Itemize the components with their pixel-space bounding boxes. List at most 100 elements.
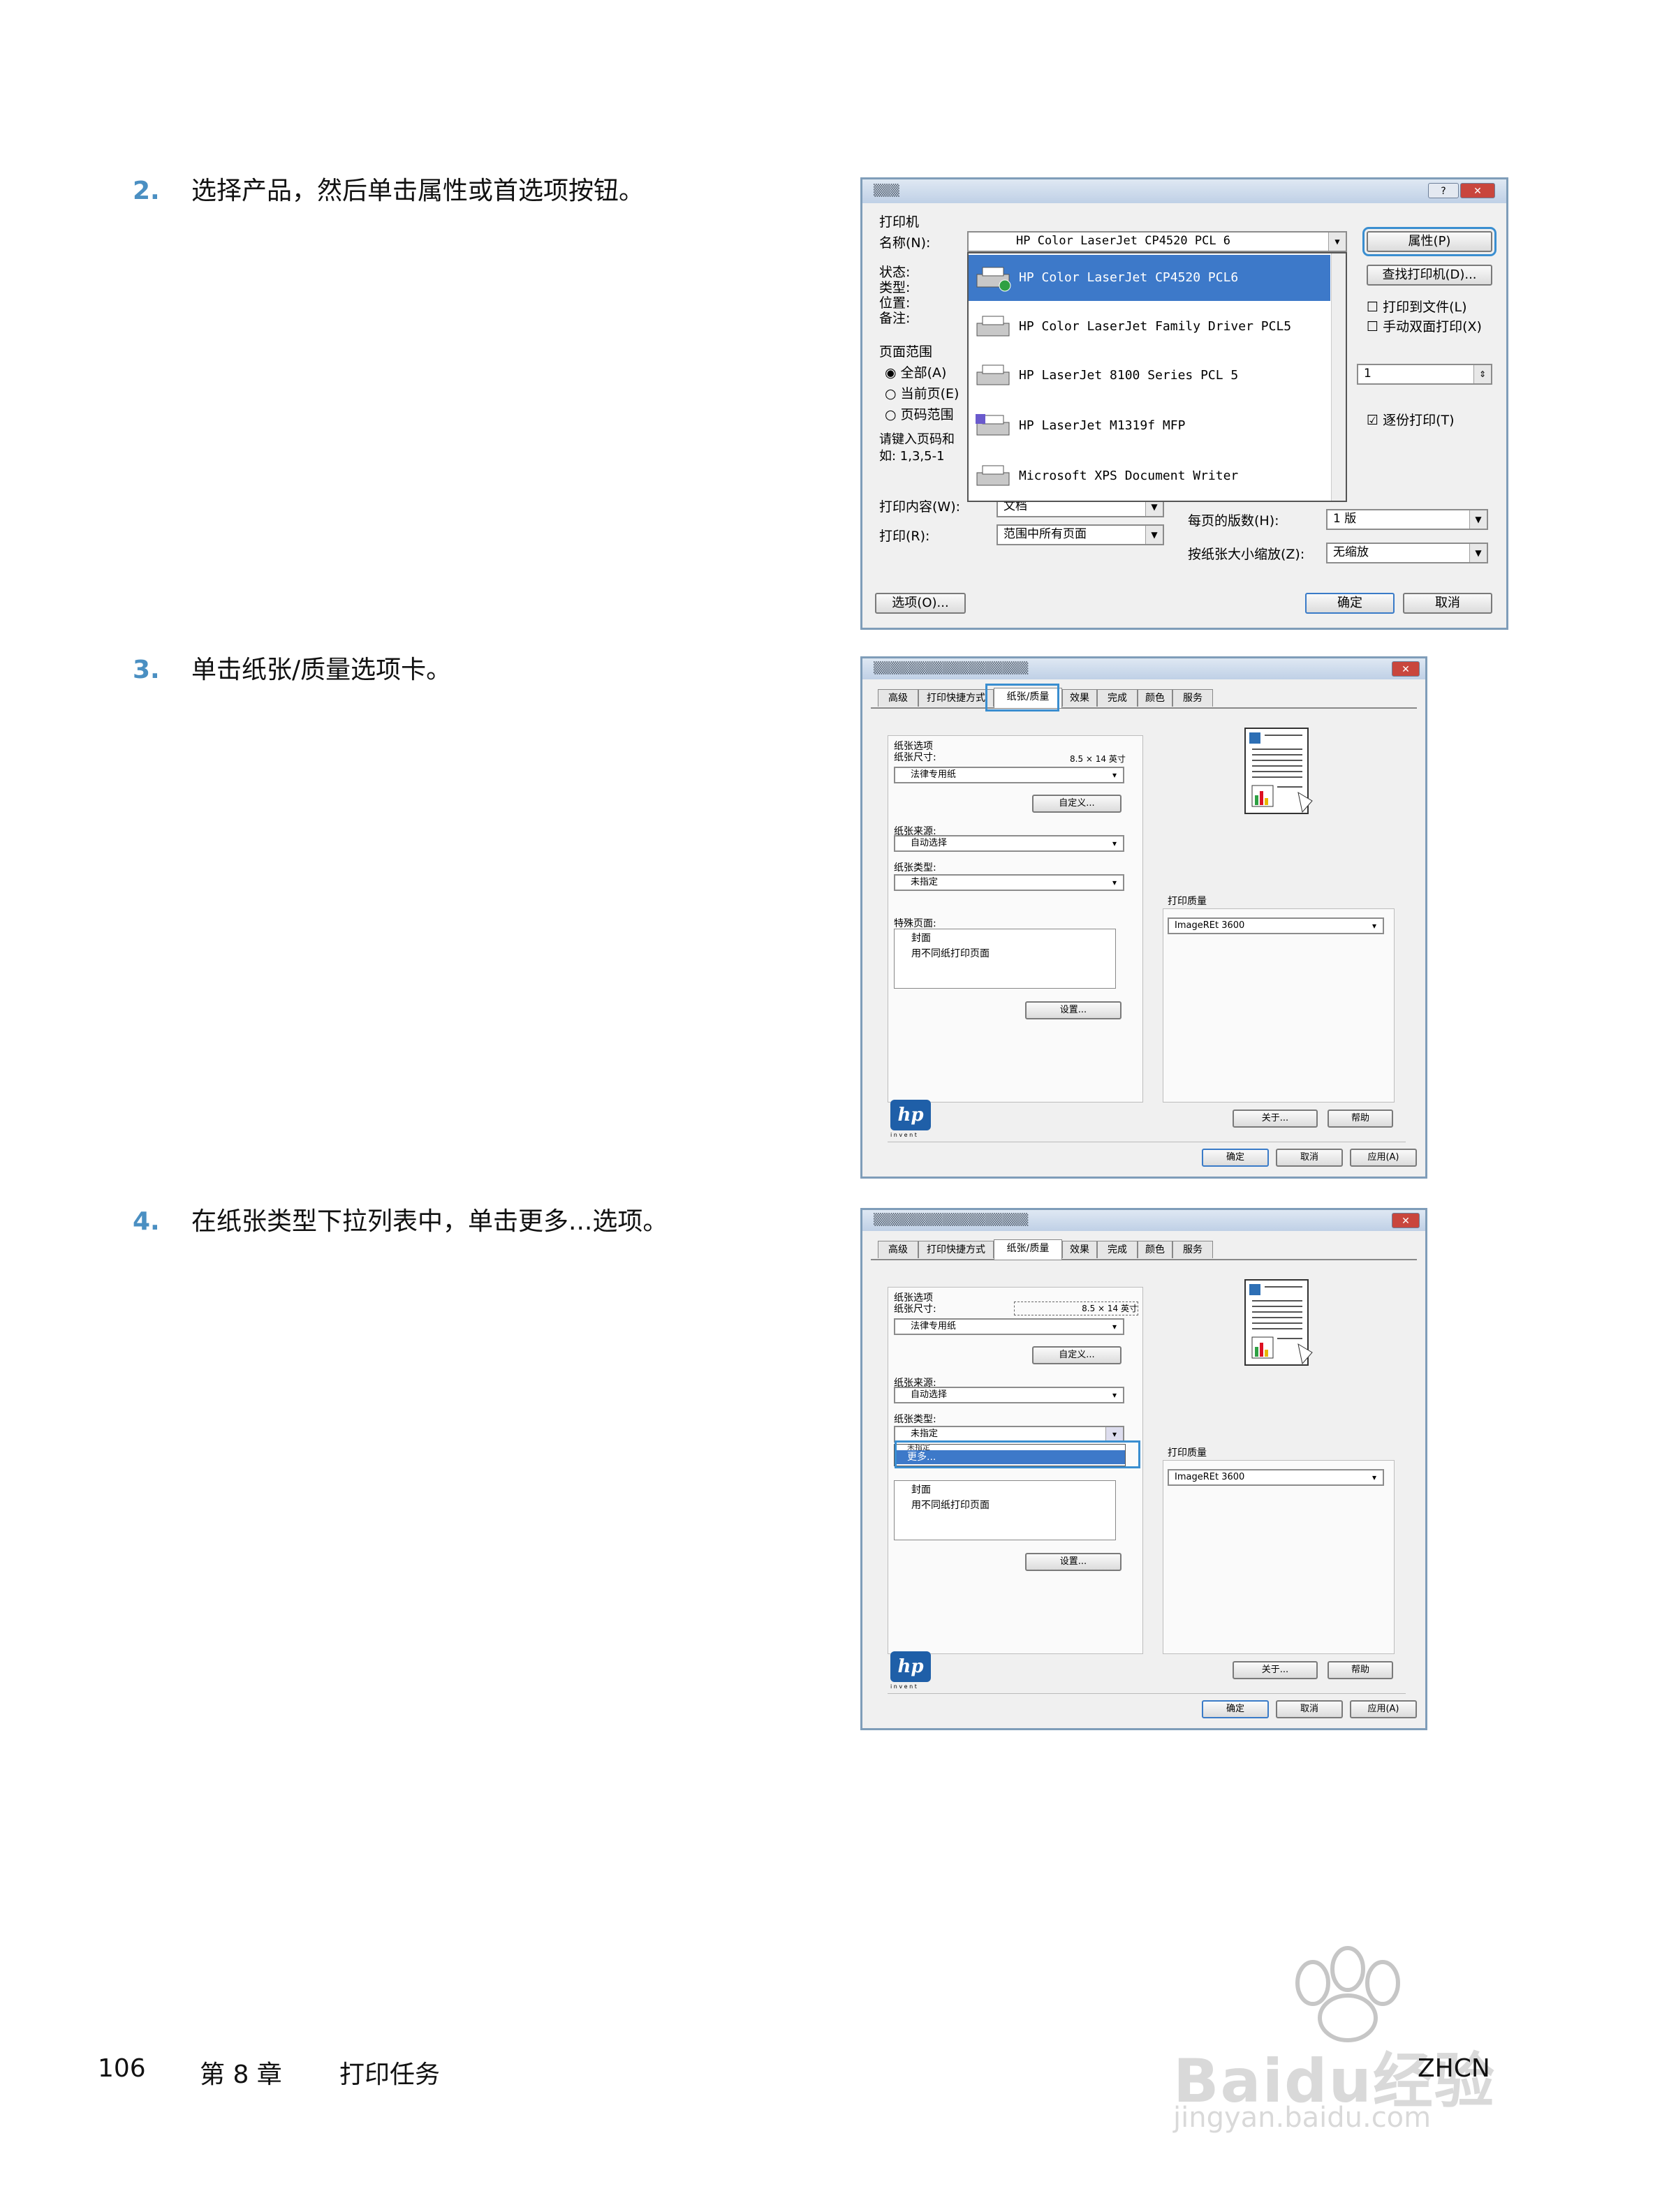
printer-icon [976, 465, 1010, 486]
paper-source-value: 自动选择 [911, 1389, 948, 1400]
print-select[interactable]: 范围中所有页面 ▼ [997, 524, 1164, 545]
watermark-text-2: jingyan.baidu.com [1173, 2102, 1432, 2134]
ok-button[interactable]: 确定 [1202, 1149, 1269, 1167]
range-all-label: 全部(A) [900, 365, 947, 381]
tab-advanced[interactable]: 高级 [878, 689, 918, 707]
special-pages-list[interactable]: 封面 用不同纸打印页面 [894, 929, 1116, 989]
list-item[interactable]: 封面 [895, 929, 1115, 946]
hp-tagline: i n v e n t [890, 1132, 917, 1138]
tab-shortcuts[interactable]: 打印快捷方式 [918, 1241, 994, 1258]
tab-services[interactable]: 服务 [1172, 1241, 1213, 1258]
options-button[interactable]: 选项(O)... [875, 593, 966, 614]
print-quality-select[interactable]: ImageREt 3600 ▾ [1168, 917, 1384, 934]
collate-checkbox[interactable]: ☑ 逐份打印(T) [1367, 410, 1455, 429]
paper-source-select[interactable]: 自动选择 ▾ [894, 1387, 1124, 1403]
chevron-down-icon: ▾ [1371, 1473, 1377, 1482]
page-preview-icon [1244, 1279, 1313, 1366]
paper-size-select[interactable]: 法律专用纸 ▾ [894, 1318, 1124, 1335]
close-title-button[interactable]: ✕ [1460, 183, 1495, 198]
page-preview-icon [1244, 728, 1313, 814]
chevron-down-icon[interactable]: ▾ [1105, 1427, 1123, 1441]
title-text: ▒▒▒▒▒▒▒▒▒▒▒▒▒▒▒▒▒▒ [874, 1213, 1029, 1226]
help-button[interactable]: 帮助 [1328, 1661, 1393, 1679]
copies-input[interactable]: 1 ⇕ [1357, 364, 1492, 385]
paper-size-select[interactable]: 法律专用纸 ▾ [894, 767, 1124, 783]
tab-finishing[interactable]: 完成 [1097, 1241, 1138, 1258]
list-item[interactable]: 用不同纸打印页面 [895, 1498, 1115, 1512]
step-3: 3. 单击纸张/质量选项卡。 [133, 655, 451, 686]
step-number: 2. [133, 177, 160, 205]
print-dialog-screenshot: ▒▒▒ ? ✕ 打印机 名称(N): HP Color LaserJet CP4… [860, 177, 1508, 630]
printer-option[interactable]: HP Color LaserJet Family Driver PCL5 [969, 304, 1330, 350]
cancel-button[interactable]: 取消 [1276, 1149, 1343, 1167]
paper-source-select[interactable]: 自动选择 ▾ [894, 835, 1124, 852]
about-button[interactable]: 关于... [1233, 1109, 1318, 1128]
apply-button[interactable]: 应用(A) [1350, 1700, 1417, 1718]
paper-options-panel: 纸张选项 纸张尺寸: 8.5 × 14 英寸 法律专用纸 ▾ 自定义... 纸张… [888, 1287, 1143, 1654]
hp-tagline: i n v e n t [890, 1683, 917, 1690]
range-pages-radio[interactable]: ○ 页码范围 [885, 404, 954, 423]
tab-paper-quality[interactable]: 纸张/质量 [994, 1239, 1062, 1260]
ok-button[interactable]: 确定 [1305, 593, 1395, 614]
close-title-button[interactable]: ✕ [1392, 661, 1420, 677]
custom-button[interactable]: 自定义... [1032, 795, 1122, 813]
tab-advanced[interactable]: 高级 [878, 1241, 918, 1258]
type-label: 类型: [879, 280, 911, 295]
printer-icon [976, 267, 1011, 292]
ok-button[interactable]: 确定 [1202, 1700, 1269, 1718]
range-current-radio[interactable]: ○ 当前页(E) [885, 383, 959, 402]
paper-quality-screenshot: ▒▒▒▒▒▒▒▒▒▒▒▒▒▒▒▒▒▒ ✕ 高级 打印快捷方式 纸张/质量 效果 … [860, 656, 1427, 1179]
pages-per-sheet-label: 每页的版数(H): [1188, 513, 1279, 529]
printer-icon [976, 316, 1010, 337]
apply-button[interactable]: 应用(A) [1350, 1149, 1417, 1167]
printer-dropdown-list[interactable]: HP Color LaserJet CP4520 PCL6 HP Color L… [967, 252, 1347, 502]
close-title-button[interactable]: ✕ [1392, 1213, 1420, 1228]
special-pages-list[interactable]: 封面 用不同纸打印页面 [894, 1480, 1116, 1540]
help-title-button[interactable]: ? [1428, 183, 1459, 198]
settings-button[interactable]: 设置... [1025, 1553, 1122, 1571]
print-quality-select[interactable]: ImageREt 3600 ▾ [1168, 1469, 1384, 1486]
scale-value: 无缩放 [1333, 545, 1369, 559]
print-quality-value: ImageREt 3600 [1175, 920, 1245, 931]
help-button[interactable]: 帮助 [1328, 1109, 1393, 1128]
custom-button[interactable]: 自定义... [1032, 1346, 1122, 1364]
tab-services[interactable]: 服务 [1172, 689, 1213, 707]
cancel-button[interactable]: 取消 [1403, 593, 1492, 614]
chevron-down-icon: ▾ [1112, 1390, 1117, 1400]
tab-shortcuts[interactable]: 打印快捷方式 [918, 689, 994, 707]
list-item[interactable]: 用不同纸打印页面 [895, 946, 1115, 960]
find-printer-button[interactable]: 查找打印机(D)... [1367, 265, 1492, 286]
print-quality-value: ImageREt 3600 [1175, 1472, 1245, 1482]
paper-type-label: 纸张类型: [894, 862, 936, 873]
pages-per-sheet-select[interactable]: 1 版 ▼ [1326, 509, 1488, 530]
paper-size-value: 8.5 × 14 英寸 [1014, 1302, 1138, 1315]
chevron-down-icon: ▾ [1112, 839, 1117, 848]
scale-select[interactable]: 无缩放 ▼ [1326, 543, 1488, 563]
paper-size-label: 纸张尺寸: [894, 752, 936, 763]
tab-color[interactable]: 颜色 [1138, 689, 1172, 707]
tab-effects[interactable]: 效果 [1062, 689, 1097, 707]
chevron-down-icon: ▼ [1469, 510, 1487, 529]
range-all-radio[interactable]: ◉ 全部(A) [885, 362, 946, 381]
paper-type-select[interactable]: 未指定 ▾ [894, 874, 1124, 891]
tab-finishing[interactable]: 完成 [1097, 689, 1138, 707]
status-label: 状态: [879, 265, 911, 280]
printer-option[interactable]: HP LaserJet M1319f MFP [969, 403, 1330, 449]
print-to-file-checkbox[interactable]: ☐ 打印到文件(L) [1367, 297, 1467, 316]
tab-color[interactable]: 颜色 [1138, 1241, 1172, 1258]
printer-option[interactable]: HP Color LaserJet CP4520 PCL6 [969, 255, 1330, 301]
about-button[interactable]: 关于... [1233, 1661, 1318, 1679]
printer-option[interactable]: HP LaserJet 8100 Series PCL 5 [969, 353, 1330, 399]
settings-button[interactable]: 设置... [1025, 1001, 1122, 1019]
properties-button[interactable]: 属性(P) [1362, 227, 1496, 256]
step-number: 3. [133, 656, 160, 684]
manual-duplex-checkbox[interactable]: ☐ 手动双面打印(X) [1367, 316, 1482, 335]
dropdown-scrollbar[interactable] [1331, 253, 1346, 501]
cancel-button[interactable]: 取消 [1276, 1700, 1343, 1718]
printer-name-select[interactable]: HP Color LaserJet CP4520 PCL 6 ▼ [967, 231, 1347, 252]
printer-option[interactable]: Microsoft XPS Document Writer [969, 453, 1330, 499]
chevron-down-icon: ▾ [1112, 1322, 1117, 1332]
paper-type-value: 未指定 [911, 877, 939, 887]
tab-effects[interactable]: 效果 [1062, 1241, 1097, 1258]
list-item[interactable]: 封面 [895, 1481, 1115, 1498]
